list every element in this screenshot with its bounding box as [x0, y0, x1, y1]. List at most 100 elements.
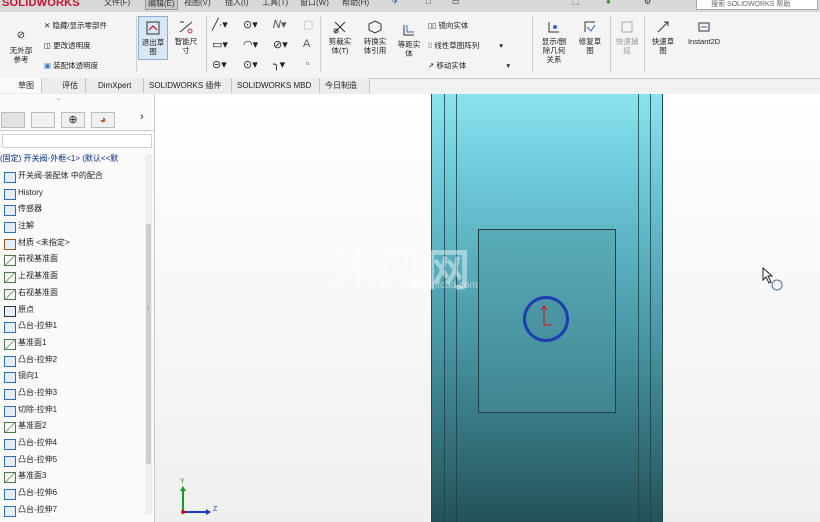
quick-snaps-icon	[621, 21, 633, 33]
sketch-circle[interactable]	[523, 296, 569, 342]
menu-help[interactable]: 帮助(H)	[342, 0, 369, 8]
axis-label-z: Z	[213, 506, 218, 513]
tree-root-part[interactable]: (固定) 开关阀-外框<1> (默认<<默	[0, 153, 118, 164]
tree-item[interactable]: 基准面1	[0, 335, 148, 352]
tab-solidworks-mbd[interactable]: SOLIDWORKS MBD	[232, 78, 320, 93]
line-tool-icon[interactable]: ╱·▾	[212, 18, 228, 31]
displaymanager-tab-icon[interactable]: ◕	[91, 112, 115, 128]
tab-dimxpert[interactable]: DimXpert	[86, 78, 144, 93]
panel-splitter-icon[interactable]: ⁝	[147, 304, 149, 312]
tab-sketch[interactable]: 草图	[0, 78, 42, 93]
tree-item[interactable]: 凸台-拉伸1	[0, 318, 148, 335]
tree-item[interactable]: 凸台-拉伸7	[0, 502, 148, 519]
assembly-transparency-button[interactable]: ▣ 装配体透明度	[44, 60, 98, 71]
menu-file[interactable]: 文件(F)	[104, 0, 130, 8]
menu-window[interactable]: 窗口(W)	[300, 0, 329, 8]
tree-item[interactable]: 材质 <未指定>	[0, 235, 148, 252]
change-transparency-button[interactable]: ◫ 更改透明度	[44, 40, 91, 51]
propertymanager-tab-icon[interactable]	[31, 112, 55, 128]
tree-item-label: 凸台-拉伸7	[18, 504, 58, 514]
offset-entities-button[interactable]: 等距实 体	[393, 22, 425, 58]
ellipse-tool-icon[interactable]: ⊘▾	[273, 38, 288, 51]
panel-grip-icon[interactable]: ⌃	[56, 98, 61, 105]
point-tool-icon[interactable]: ▢	[303, 18, 313, 31]
select-icon[interactable]: ⬚	[572, 0, 580, 6]
configmanager-tab-icon[interactable]: ⊕	[61, 112, 85, 128]
panel-expand-chevron-icon[interactable]: ›	[140, 111, 144, 123]
plane-tool-icon[interactable]: ▫	[306, 58, 309, 68]
tree-item[interactable]: 注解	[0, 218, 148, 235]
instant2d-button[interactable]: Instant2D	[682, 19, 726, 46]
slot-tool-icon[interactable]: ⊝▾	[212, 58, 227, 71]
mirror-entities-button[interactable]: ▯▯ 镜向实体	[428, 20, 468, 31]
feature-manager-panel: ⌃ ⊕ ◕ › (固定) 开关阀-外框<1> (默认<<默 开关阀-装配体 中的…	[0, 94, 155, 522]
hide-show-component-button[interactable]: ✕ 隐藏/显示零部件	[44, 20, 107, 31]
spline-tool-icon[interactable]: 𝑁▾	[273, 18, 287, 32]
tree-item[interactable]: 凸台-拉伸3	[0, 385, 148, 402]
featuremanager-tab-icon[interactable]	[1, 112, 25, 128]
new-icon[interactable]: □	[426, 0, 431, 6]
sensor-icon	[4, 205, 16, 217]
convert-entities-button[interactable]: 转换实 体引用	[358, 19, 392, 55]
tree-item[interactable]: 前视基准面	[0, 251, 148, 268]
mirror-icon: ▯▯	[428, 21, 439, 30]
tab-solidworks-addins[interactable]: SOLIDWORKS 插件	[144, 78, 232, 93]
rebuild-icon[interactable]: ●	[606, 0, 611, 6]
trim-entities-button[interactable]: 剪裁实 体(T)	[322, 19, 358, 55]
move-entities-button[interactable]: ↗ 移动实体 ▾	[428, 60, 510, 71]
rectangle-tool-icon[interactable]: ▭▾	[212, 38, 228, 51]
search-input[interactable]: 搜索 SOLIDWORKS 帮助	[696, 0, 818, 10]
menu-tools[interactable]: 工具(T)	[262, 0, 288, 8]
quick-snaps-button[interactable]: 快速捕 捉	[612, 19, 642, 55]
tree-item-label: 凸台-拉伸1	[18, 321, 58, 331]
history-icon	[4, 188, 16, 200]
no-external-ref-button[interactable]: ⊘ 无外部 参考	[4, 28, 38, 64]
smart-dimension-button[interactable]: 智能尺 寸	[170, 19, 202, 55]
tree-item[interactable]: History	[0, 185, 148, 202]
text-tool-icon[interactable]: A	[303, 38, 310, 50]
material-icon	[4, 238, 16, 250]
options-icon[interactable]: ⚙	[644, 0, 651, 6]
tree-item-label: 基准面3	[18, 471, 47, 481]
tree-item[interactable]: 镜向1	[0, 368, 148, 385]
part-body-3d[interactable]	[431, 94, 663, 522]
tree-item[interactable]: 凸台-拉伸6	[0, 485, 148, 502]
tree-scrollbar[interactable]	[145, 154, 152, 514]
tab-make-today[interactable]: 今日制造	[320, 78, 370, 93]
tree-item[interactable]: 凸台-拉伸2	[0, 352, 148, 369]
exit-sketch-button[interactable]: 退出草 图	[138, 16, 168, 60]
filter-input[interactable]	[2, 134, 152, 148]
menu-insert[interactable]: 插入(I)	[225, 0, 249, 8]
tab-evaluate[interactable]: 评估	[42, 78, 86, 93]
tree-item[interactable]: 原点	[0, 302, 148, 319]
fillet-tool-icon[interactable]: ╮▾	[273, 58, 285, 71]
menu-edit[interactable]: 编辑(E)	[145, 0, 178, 10]
tree-item[interactable]: 传感器	[0, 201, 148, 218]
tree-item-label: 凸台-拉伸6	[18, 488, 58, 498]
tree-item[interactable]: 右视基准面	[0, 285, 148, 302]
tree-item[interactable]: 基准面2	[0, 418, 148, 435]
open-icon[interactable]: ▭	[452, 0, 460, 6]
command-manager: ⊘ 无外部 参考 ✕ 隐藏/显示零部件 ◫ 更改透明度 ▣ 装配体透明度 退出草…	[0, 12, 820, 79]
pin-icon[interactable]: ✈	[392, 0, 399, 6]
sketch-face-rectangle[interactable]	[478, 229, 616, 413]
arc-tool-icon[interactable]: ◠▾	[243, 38, 258, 51]
tree-item[interactable]: 切除-拉伸1	[0, 402, 148, 419]
repair-sketch-button[interactable]: 修复草 图	[574, 19, 606, 55]
tree-item[interactable]: 基准面3	[0, 468, 148, 485]
graphics-viewport[interactable]: ⌕ ⌕ ↶ ▧ ✎ ◩ ◧ ◉ ◍ ▤ ▥ ◕ ▭ 沐风网 www.mfcad.…	[155, 94, 820, 522]
tree-item[interactable]: 凸台-拉伸4	[0, 435, 148, 452]
rapid-sketch-button[interactable]: 快速草 图	[646, 19, 680, 55]
display-delete-relations-button[interactable]: 显示/删 除几何 关系	[535, 19, 573, 64]
plane-icon	[4, 272, 16, 284]
circle-tool-icon[interactable]: ⊙▾	[243, 18, 258, 31]
tree-item[interactable]: 开关阀-装配体 中的配合	[0, 168, 148, 185]
linear-pattern-button[interactable]: ⁞⁞ 线性草图阵列 ▾	[428, 40, 503, 51]
tree-item[interactable]: 凸台-拉伸5	[0, 452, 148, 469]
tree-item-label: 切除-拉伸1	[18, 404, 58, 414]
tree-item[interactable]: 上视基准面	[0, 268, 148, 285]
polygon-tool-icon[interactable]: ⊙▾	[243, 58, 258, 71]
tree-scrollbar-thumb[interactable]	[146, 224, 151, 464]
menu-view[interactable]: 视图(V)	[184, 0, 211, 8]
coordinate-triad	[180, 486, 211, 515]
